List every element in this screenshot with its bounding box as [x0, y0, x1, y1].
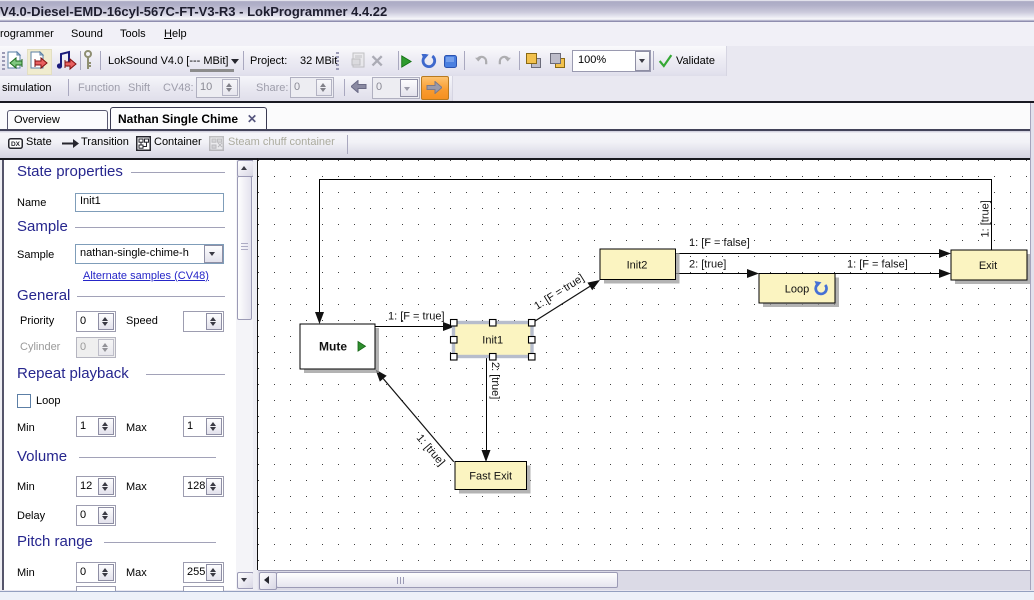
- svg-text:2: [true]: 2: [true]: [689, 259, 726, 271]
- svg-text:1: [F = false]: 1: [F = false]: [689, 237, 750, 249]
- svg-text:1: [F = true]: 1: [F = true]: [388, 311, 445, 323]
- svg-text:DX: DX: [11, 141, 21, 148]
- svg-text:1: [F = false]: 1: [F = false]: [847, 259, 908, 271]
- svg-text:Mute: Mute: [319, 340, 347, 354]
- svg-text:Exit: Exit: [979, 260, 997, 272]
- svg-text:Loop: Loop: [785, 284, 809, 296]
- svg-text:Fast Exit: Fast Exit: [469, 471, 512, 483]
- svg-text:2: [true]: 2: [true]: [489, 362, 501, 399]
- svg-text:1: [true]: 1: [true]: [980, 200, 992, 237]
- svg-text:Init1: Init1: [482, 335, 503, 347]
- svg-text:Init2: Init2: [627, 260, 648, 272]
